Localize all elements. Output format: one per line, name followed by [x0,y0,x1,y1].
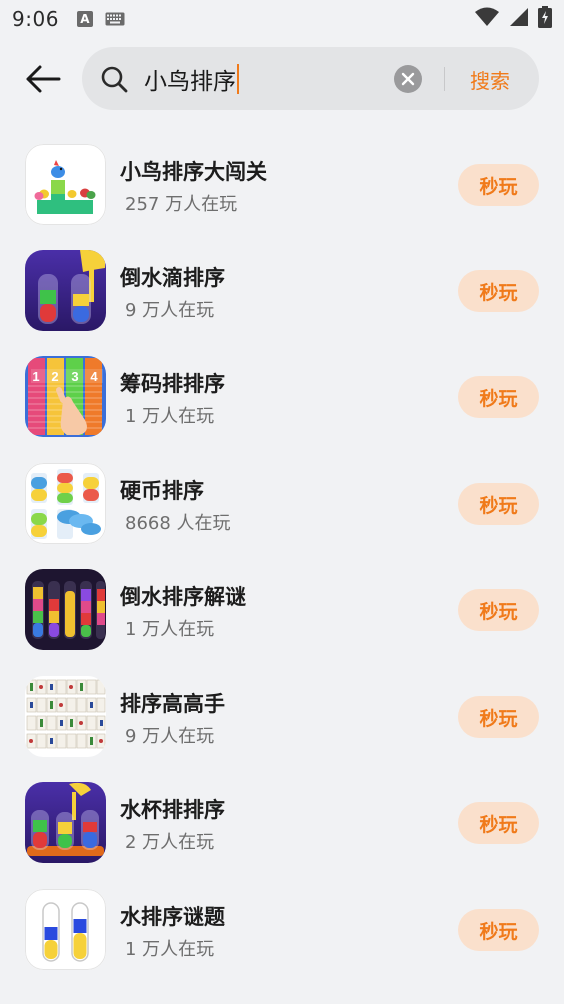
app-name: 倒水滴排序 [120,266,225,290]
instant-play-button[interactable]: 秒玩 [458,270,539,312]
keyboard-icon [105,12,125,26]
list-item[interactable]: 排序高高手 9 万人在玩 秒玩 [0,662,564,768]
chip-sort-icon[interactable]: 1 2 3 4 [25,356,106,437]
app-name: 小鸟排序大闯关 [120,160,267,184]
list-item[interactable]: 硬币排序 8668 人在玩 秒玩 [0,449,564,555]
back-button[interactable] [22,58,64,100]
wifi-icon [474,7,500,31]
clear-search-button[interactable] [394,65,422,93]
instant-play-button[interactable]: 秒玩 [458,802,539,844]
app-name: 水杯排排序 [120,798,225,822]
chip-number-label: 4 [90,369,98,384]
app-name: 排序高高手 [120,692,225,716]
player-count: 1 万人在玩 [125,939,215,960]
instant-play-button[interactable]: 秒玩 [458,589,539,631]
status-time: 9:06 [12,7,59,31]
list-item[interactable]: 倒水滴排序 9 万人在玩 秒玩 [0,236,564,342]
player-count: 257 万人在玩 [125,194,238,215]
arrow-left-icon [26,65,61,93]
player-count: 8668 人在玩 [125,513,231,534]
water-pour-sort-icon[interactable] [25,569,106,650]
player-count: 1 万人在玩 [125,619,215,640]
chip-number-label: 1 [32,369,39,384]
signal-icon [508,7,530,31]
instant-play-button[interactable]: 秒玩 [458,376,539,418]
app-name: 筹码排排序 [120,372,225,396]
instant-play-button[interactable]: 秒玩 [458,696,539,738]
mahjong-sort-icon[interactable] [25,676,106,757]
list-item[interactable]: 水杯排排序 2 万人在玩 秒玩 [0,768,564,874]
list-item[interactable]: 倒水排序解谜 1 万人在玩 秒玩 [0,555,564,661]
chip-number-label: 2 [51,369,58,384]
app-name: 水排序谜题 [120,905,225,929]
list-item[interactable]: 1 2 3 4 筹码排排序 1 万人在玩 秒玩 [0,342,564,448]
player-count: 2 万人在玩 [125,832,215,853]
instant-play-button[interactable]: 秒玩 [458,909,539,951]
water-tube-puzzle-icon[interactable] [25,889,106,970]
player-count: 9 万人在玩 [125,300,215,321]
player-count: 9 万人在玩 [125,726,215,747]
search-box[interactable]: 小鸟排序 搜索 [82,47,539,110]
chip-number-label: 3 [71,369,78,384]
close-icon [401,72,415,86]
search-button[interactable]: 搜索 [470,61,510,97]
battery-charging-icon [538,6,552,32]
text-cursor [237,64,239,94]
player-count: 1 万人在玩 [125,406,215,427]
search-icon [101,66,128,93]
list-item[interactable]: 小鸟排序大闯关 257 万人在玩 秒玩 [0,130,564,236]
status-bar: 9:06 A [0,0,564,38]
accessibility-a-icon: A [76,11,93,27]
instant-play-button[interactable]: 秒玩 [458,483,539,525]
instant-play-button[interactable]: 秒玩 [458,164,539,206]
water-drop-sort-icon[interactable] [25,250,106,331]
search-divider [444,67,445,91]
app-name: 倒水排序解谜 [120,585,246,609]
bird-sort-icon[interactable] [25,144,106,225]
coin-sort-icon[interactable] [25,463,106,544]
search-query-text: 小鸟排序 [144,69,236,95]
app-name: 硬币排序 [120,479,204,503]
search-input[interactable]: 小鸟排序 [144,61,394,97]
cup-sort-icon[interactable] [25,782,106,863]
list-item[interactable]: 水排序谜题 1 万人在玩 秒玩 [0,875,564,981]
